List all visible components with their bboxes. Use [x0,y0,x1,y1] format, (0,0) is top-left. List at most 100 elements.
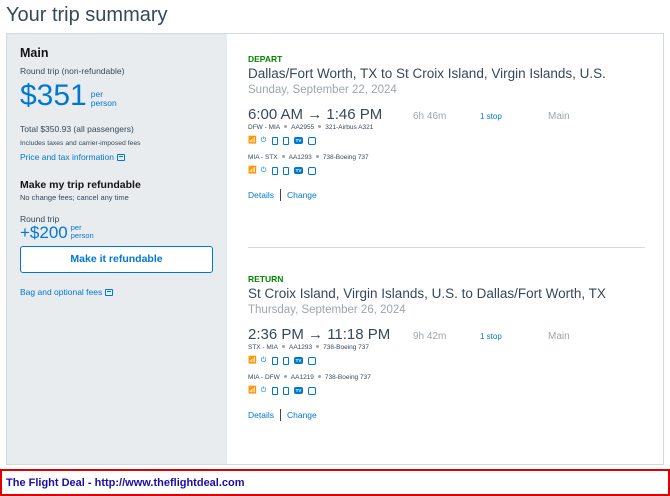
depart-route: Dallas/Fort Worth, TX to St Croix Island… [248,66,606,81]
footer-banner: The Flight Deal - http://www.theflightde… [0,469,670,496]
separator-dot [316,345,320,348]
trip-type: Round trip (non-refundable) [20,66,125,76]
popup-window-icon [105,289,114,296]
leg-flight: AA1293 [288,344,313,351]
separator-dot [318,125,322,128]
total-price: Total $350.93 (all passengers) [20,124,134,134]
divider [279,409,281,421]
taxes-link-row: Price and tax information [20,147,214,165]
leg-route: STX - MIA [248,344,278,351]
tv-icon: TV [294,357,303,364]
return-leg-1: STX - MIA AA1293 738-Boeing 737 [248,344,648,351]
return-actions: Details Change [248,409,648,421]
return-change-link[interactable]: Change [287,410,317,420]
depart-details-link[interactable]: Details [248,190,274,200]
price-summary-panel: Main Round trip (non-refundable) $351 pe… [7,34,227,464]
wifi-icon: 📶 [248,356,257,364]
price-row: $351 per person [20,80,214,112]
bag-fees-link[interactable]: Bag and optional fees [20,287,102,297]
depart-duration: 6h 46m [413,111,447,122]
usb-icon [272,356,278,365]
depart-date: Sunday, September 22, 2024 [248,84,397,96]
leg-flight: AA1219 [290,374,314,381]
power-icon: ⏻ [260,136,267,144]
phone-icon [283,136,289,145]
separator-dot [317,375,321,378]
power-icon: ⏻ [260,356,267,364]
refund-person-label: person [70,231,94,240]
usb-icon [272,386,278,395]
tv-icon: TV [294,387,303,394]
depart-times: 6:00 AM → 1:46 PM [248,106,383,123]
depart-segment: DEPART Dallas/Fort Worth, TX to St Croix… [248,54,648,201]
depart-stops-link[interactable]: 1 stop [480,112,548,121]
leg-route: MIA - STX [248,154,278,161]
page-title: Your trip summary [6,4,168,26]
wifi-icon: 📶 [248,386,257,394]
wifi-icon: 📶 [248,166,257,174]
phone-icon [283,386,289,395]
return-times-row: 2:36 PM → 11:18 PM 9h 42m 1 stop Main [248,326,648,343]
power-icon: ⏻ [260,386,267,394]
refund-title: Make my trip refundable [20,179,141,191]
refund-price: +$200 [20,223,68,242]
wifi-icon: 📶 [248,136,257,144]
popup-window-icon [117,154,126,161]
phone-icon [283,356,289,365]
leg-aircraft: 738-Boeing 737 [323,344,370,351]
separator-dot [284,125,288,128]
leg-aircraft: 321-Airbus A321 [325,124,374,131]
depart-leg-1: DFW - MIA AA2955 321-Airbus A321 [248,124,648,131]
trip-summary-card: Main Round trip (non-refundable) $351 pe… [6,33,664,465]
separator-dot [315,155,319,158]
price-per-person: $351 [20,79,87,112]
cabin-name: Main [20,46,49,60]
separator-dot [283,375,287,378]
separator-dot [281,155,285,158]
person-label: person [90,98,117,108]
leg-route: DFW - MIA [248,124,281,131]
refund-per-person: per person [71,224,94,240]
return-details-link[interactable]: Details [248,410,274,420]
entertainment-icon [308,356,316,365]
entertainment-icon [308,166,316,175]
return-date: Thursday, September 26, 2024 [248,304,406,316]
leg-aircraft: 738-Boeing 737 [322,154,369,161]
phone-icon [283,166,289,175]
tv-icon: TV [294,137,303,144]
power-icon: ⏻ [260,166,267,174]
depart-label: DEPART [248,54,283,64]
depart-change-link[interactable]: Change [287,190,317,200]
segment-divider [248,247,645,248]
usb-icon [272,166,278,175]
depart-cabin: Main [548,111,570,122]
return-leg-2: MIA - DFW AA1219 738-Boeing 737 [248,374,648,381]
bag-fees-row: Bag and optional fees [20,282,114,300]
leg-route: MIA - DFW [248,374,280,381]
taxes-note: Includes taxes and carrier-imposed fees [20,140,141,147]
leg-flight: AA1293 [288,154,312,161]
make-refundable-button[interactable]: Make it refundable [20,246,213,273]
return-leg-1-amenities: 📶 ⏻ TV [248,356,648,365]
return-segment: RETURN St Croix Island, Virgin Islands, … [248,274,648,421]
divider [279,189,281,201]
footer-link[interactable]: The Flight Deal - http://www.theflightde… [6,477,245,489]
leg-aircraft: 738-Boeing 737 [324,374,371,381]
depart-times-row: 6:00 AM → 1:46 PM 6h 46m 1 stop Main [248,106,648,123]
return-stops-link[interactable]: 1 stop [480,332,548,341]
usb-icon [272,136,278,145]
separator-dot [281,345,285,348]
refund-subtitle: No change fees; cancel any time [20,193,129,202]
depart-leg-1-amenities: 📶 ⏻ TV [248,136,648,145]
refund-price-row: +$200 per person [20,224,214,242]
per-person-label: per person [91,90,117,108]
return-duration: 9h 42m [413,331,447,342]
return-cabin: Main [548,331,570,342]
return-leg-2-amenities: 📶 ⏻ TV [248,386,648,395]
entertainment-icon [308,136,316,145]
price-tax-info-link[interactable]: Price and tax information [20,152,114,162]
return-times: 2:36 PM → 11:18 PM [248,326,391,343]
depart-actions: Details Change [248,189,648,201]
leg-flight: AA2955 [291,124,315,131]
return-label: RETURN [248,274,284,284]
